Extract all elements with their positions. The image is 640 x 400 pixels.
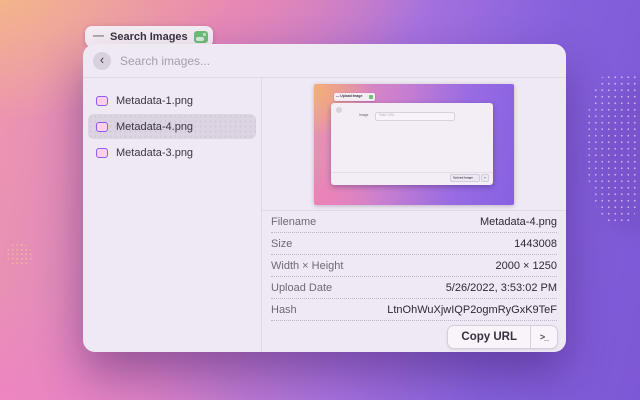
- background-blob: [598, 82, 640, 232]
- metadata-label: Upload Date: [271, 282, 332, 294]
- file-list: Metadata-1.png Metadata-4.png Metadata-3…: [83, 78, 262, 352]
- list-item[interactable]: Metadata-1.png: [88, 88, 256, 113]
- detail-pane: — Upload Image Image Path / URL Upload I…: [262, 78, 566, 352]
- metadata-table: Filename Metadata-4.png Size 1443008 Wid…: [262, 211, 566, 321]
- terminal-prompt-icon: >_: [540, 332, 548, 342]
- launcher-title: Search Images: [110, 31, 188, 43]
- extension-image-icon: [194, 31, 208, 43]
- preview-back-button: [336, 107, 342, 113]
- metadata-label: Hash: [271, 304, 297, 316]
- preview-area: — Upload Image Image Path / URL Upload I…: [262, 78, 566, 211]
- metadata-label: Size: [271, 238, 292, 250]
- image-preview: — Upload Image Image Path / URL Upload I…: [314, 84, 514, 205]
- shortcut-key-button[interactable]: >_: [531, 326, 557, 348]
- minus-icon: —: [93, 31, 104, 42]
- image-file-icon: [96, 148, 108, 158]
- metadata-value: LtnOhWuXjwIQP2ogmRyGxK9TeF: [387, 304, 557, 316]
- preview-window: Image Path / URL Upload Image >: [331, 103, 493, 185]
- metadata-value: Metadata-4.png: [480, 216, 557, 228]
- metadata-value: 2000 × 1250: [496, 260, 557, 272]
- back-button[interactable]: ‹: [93, 52, 111, 70]
- list-item-label: Metadata-4.png: [116, 121, 193, 133]
- metadata-label: Width × Height: [271, 260, 343, 272]
- window-body: Metadata-1.png Metadata-4.png Metadata-3…: [83, 78, 566, 352]
- metadata-value: 5/26/2022, 3:53:02 PM: [446, 282, 557, 294]
- preview-input-placeholder: Path / URL: [379, 113, 395, 117]
- copy-url-split-button: Copy URL >_: [447, 325, 558, 349]
- metadata-row-upload-date: Upload Date 5/26/2022, 3:53:02 PM: [271, 277, 557, 299]
- metadata-value: 1443008: [514, 238, 557, 250]
- preview-field-label: Image: [359, 113, 368, 117]
- list-item[interactable]: Metadata-3.png: [88, 140, 256, 165]
- metadata-row-dimensions: Width × Height 2000 × 1250: [271, 255, 557, 277]
- search-images-window: ‹ Metadata-1.png Metadata-4.png Metadata…: [83, 44, 566, 352]
- image-file-icon: [96, 122, 108, 132]
- preview-shortcut-glyph: >: [484, 176, 486, 179]
- preview-input: Path / URL: [375, 112, 455, 121]
- search-input[interactable]: [120, 54, 556, 68]
- search-bar: ‹: [83, 44, 566, 78]
- copy-url-button[interactable]: Copy URL: [448, 326, 530, 348]
- image-file-icon: [96, 96, 108, 106]
- preview-upload-label: Upload Image: [453, 176, 473, 179]
- action-bar: Copy URL >_: [262, 321, 566, 352]
- list-item-label: Metadata-3.png: [116, 147, 193, 159]
- preview-shortcut-key: >: [481, 174, 489, 182]
- preview-extension-icon: [369, 95, 374, 99]
- preview-actions: Upload Image >: [450, 174, 490, 182]
- metadata-row-hash: Hash LtnOhWuXjwIQP2ogmRyGxK9TeF: [271, 299, 557, 321]
- preview-pill-title: — Upload Image: [336, 94, 362, 98]
- chevron-left-icon: ‹: [100, 53, 104, 66]
- halftone-dots-left: [6, 243, 32, 267]
- list-item-selected[interactable]: Metadata-4.png: [88, 114, 256, 139]
- metadata-row-filename: Filename Metadata-4.png: [271, 211, 557, 233]
- metadata-label: Filename: [271, 216, 316, 228]
- list-item-label: Metadata-1.png: [116, 95, 193, 107]
- preview-upload-button: Upload Image: [450, 174, 480, 182]
- metadata-row-size: Size 1443008: [271, 233, 557, 255]
- preview-launcher-pill: — Upload Image: [334, 93, 375, 101]
